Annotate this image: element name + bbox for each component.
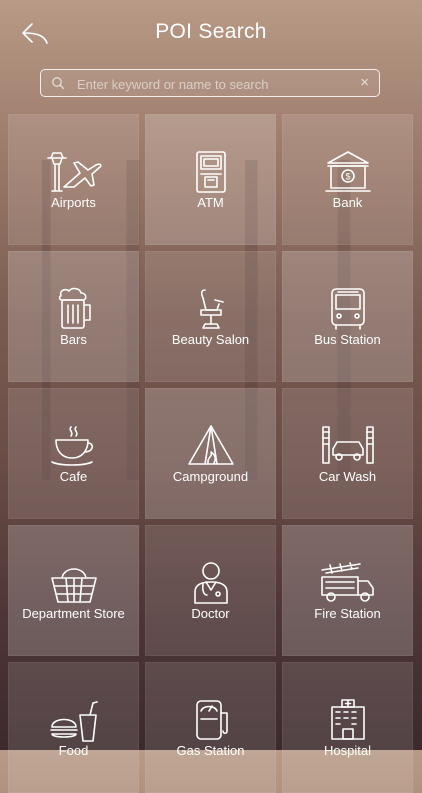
bank-icon: $ — [324, 151, 371, 192]
category-label: Cafe — [59, 469, 88, 484]
category-tile-department-store[interactable]: Department Store — [8, 525, 139, 656]
category-tile-campground[interactable]: Campground — [145, 388, 276, 519]
category-label: Hospital — [324, 743, 371, 758]
bus-icon — [330, 288, 365, 330]
category-label: Campground — [172, 469, 249, 484]
category-tile-doctor[interactable]: Doctor — [145, 525, 276, 656]
category-label: Bank — [332, 195, 363, 210]
category-tile-food[interactable]: Food — [8, 662, 139, 793]
airport-icon — [46, 152, 102, 192]
svg-text:$: $ — [345, 172, 350, 182]
category-label: Food — [58, 743, 89, 758]
beer-mug-icon — [58, 287, 91, 329]
category-tile-hospital[interactable]: Hospital — [282, 662, 413, 793]
hospital-icon — [330, 699, 365, 740]
category-tile-gas-station[interactable]: Gas Station — [145, 662, 276, 793]
salon-chair-icon — [199, 289, 224, 329]
category-tile-bank[interactable]: $ Bank — [282, 114, 413, 245]
atm-icon — [195, 151, 226, 193]
tent-icon — [187, 425, 234, 465]
category-tile-beauty-salon[interactable]: Beauty Salon — [145, 251, 276, 382]
category-grid: Airports ATM $ Bank Bars Beauty Salon Bu… — [8, 114, 414, 793]
category-tile-airports[interactable]: Airports — [8, 114, 139, 245]
search-icon — [52, 77, 65, 90]
category-label: ATM — [197, 195, 224, 210]
car-wash-icon — [321, 426, 374, 464]
category-label: Fire Station — [314, 606, 381, 621]
category-label: Beauty Salon — [171, 332, 250, 347]
page-title: POI Search — [155, 20, 267, 43]
header: POI Search — [0, 0, 422, 64]
clear-search-button[interactable]: × — [360, 74, 369, 92]
shopping-basket-icon — [50, 568, 97, 603]
category-label: Airports — [51, 195, 96, 210]
category-label: Department Store — [22, 606, 125, 621]
category-tile-atm[interactable]: ATM — [145, 114, 276, 245]
category-label: Gas Station — [176, 743, 245, 758]
category-tile-bus-station[interactable]: Bus Station — [282, 251, 413, 382]
category-label: Car Wash — [318, 469, 377, 484]
fire-truck-icon — [320, 562, 374, 602]
search-input[interactable] — [75, 73, 349, 95]
category-tile-car-wash[interactable]: Car Wash — [282, 388, 413, 519]
category-tile-bars[interactable]: Bars — [8, 251, 139, 382]
gas-pump-icon — [195, 700, 228, 740]
category-label: Bus Station — [314, 332, 381, 347]
category-tile-fire-station[interactable]: Fire Station — [282, 525, 413, 656]
category-tile-cafe[interactable]: Cafe — [8, 388, 139, 519]
coffee-cup-icon — [50, 426, 93, 466]
search-bar[interactable]: × — [40, 69, 380, 97]
category-label: Bars — [60, 332, 87, 347]
food-icon — [49, 701, 98, 742]
category-label: Doctor — [191, 606, 230, 621]
doctor-icon — [193, 562, 228, 604]
